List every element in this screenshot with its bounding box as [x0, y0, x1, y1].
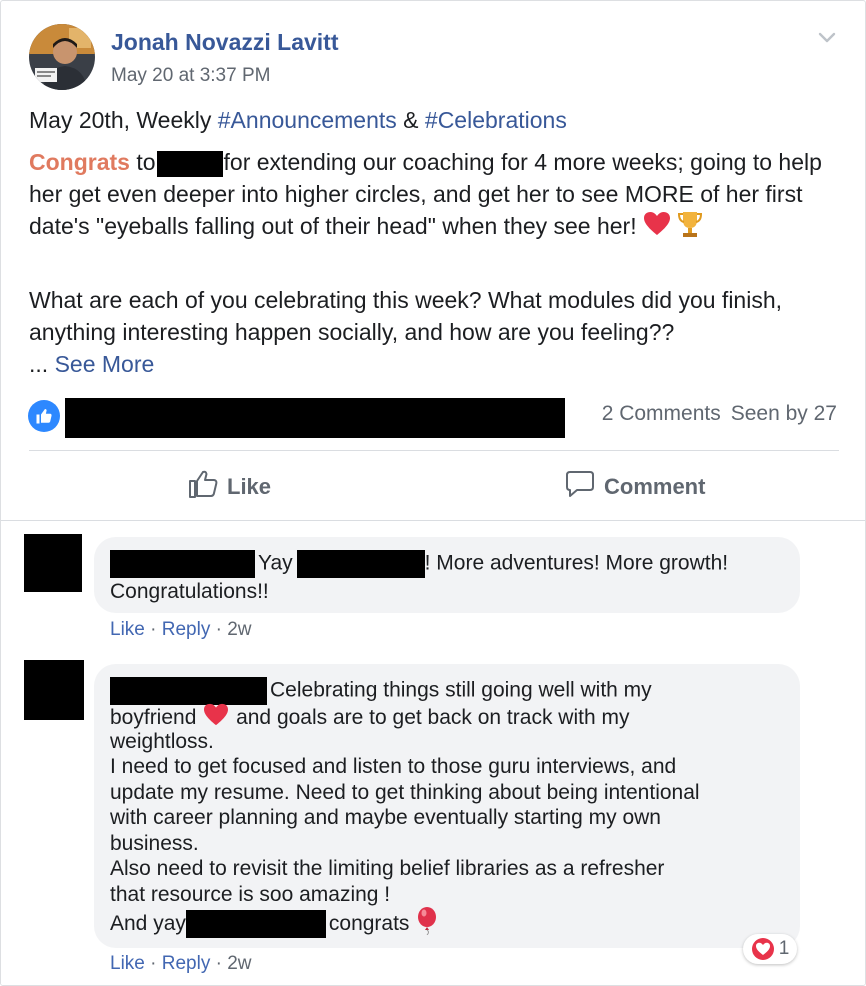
redacted-commenter-name[interactable] — [110, 550, 255, 578]
separator: · — [210, 953, 228, 974]
heart-emoji-icon — [643, 211, 671, 245]
comment-reply-link[interactable]: Reply — [162, 953, 211, 974]
comment-text: Congratulations!! — [110, 580, 269, 603]
comment-line: weightloss. — [110, 730, 214, 753]
comment-time[interactable]: 2w — [227, 619, 251, 640]
post-title-line: May 20th, Weekly #Announcements & #Celeb… — [29, 104, 829, 136]
like-reaction-icon[interactable] — [28, 400, 60, 432]
comment-actions: Like · Reply · 2w — [110, 953, 252, 975]
post-paragraph-question: What are each of you celebrating this we… — [29, 284, 829, 380]
chevron-down-icon[interactable] — [815, 25, 839, 49]
comment-reply-link[interactable]: Reply — [162, 619, 211, 640]
comment-text: ! More adventures! More growth! — [424, 551, 729, 575]
comment-bubble: Celebrating things still going well with… — [94, 664, 800, 948]
redacted-name — [185, 910, 326, 939]
comment-line: Also need to revisit the limiting belief… — [110, 857, 665, 880]
post-stats: 2 Comments Seen by 27 — [592, 402, 837, 426]
post-paragraph-congrats: Congrats to for extending our coaching fo… — [29, 146, 829, 246]
thumbs-up-icon — [187, 468, 227, 506]
comments-count[interactable]: 2 Comments — [602, 402, 721, 425]
ellipsis: ... — [29, 351, 55, 377]
redacted-name — [156, 150, 223, 177]
like-button-label: Like — [227, 474, 272, 499]
post-timestamp[interactable]: May 20 at 3:37 PM — [111, 65, 270, 87]
comment-line: Yay ! More adventures! More growth! — [110, 550, 728, 578]
comment-line: And yay congrats — [110, 907, 439, 942]
comment-line: update my resume. Need to get thinking a… — [110, 781, 700, 804]
separator: · — [144, 953, 162, 974]
comments-section: Yay ! More adventures! More growth! Congr… — [1, 520, 865, 985]
heart-reaction-icon — [751, 937, 775, 961]
redacted-commenter-name[interactable] — [110, 677, 267, 705]
hashtag-celebrations[interactable]: #Celebrations — [425, 107, 567, 133]
balloon-emoji-icon — [415, 907, 439, 942]
comment-text: And yay — [110, 911, 186, 935]
comment-text: Celebrating things still going well with… — [270, 678, 652, 702]
comment-text: and goals are to get back on track with … — [236, 705, 630, 729]
to-word: to — [129, 149, 156, 175]
divider — [29, 450, 839, 451]
comment-text: boyfriend — [110, 705, 197, 729]
post-title-text: May 20th, Weekly — [29, 107, 218, 133]
comment-line: I need to get focused and listen to thos… — [110, 755, 677, 778]
comment-line: with career planning and maybe eventuall… — [110, 806, 661, 829]
comment-actions: Like · Reply · 2w — [110, 619, 252, 641]
comment-line: business. — [110, 832, 199, 855]
comment-like-link[interactable]: Like — [110, 953, 145, 974]
redacted-name — [296, 550, 425, 578]
seen-by[interactable]: Seen by 27 — [731, 402, 837, 425]
comment-line: that resource is soo amazing ! — [110, 883, 391, 906]
trophy-emoji-icon — [677, 210, 703, 246]
hashtag-announcements[interactable]: #Announcements — [218, 107, 397, 133]
separator: · — [144, 619, 162, 640]
author-name[interactable]: Jonah Novazzi Lavitt — [111, 29, 338, 56]
separator: · — [210, 619, 228, 640]
question-text: What are each of you celebrating this we… — [29, 287, 783, 345]
redacted-reactors — [65, 398, 565, 438]
congrats-word: Congrats — [29, 149, 130, 175]
comment-like-link[interactable]: Like — [110, 619, 145, 640]
ampersand: & — [396, 107, 425, 133]
comment-text: Yay — [258, 551, 293, 575]
comment-icon — [564, 468, 604, 506]
comment-button-label: Comment — [604, 474, 706, 499]
see-more-link[interactable]: See More — [55, 351, 155, 377]
like-button[interactable]: Like — [187, 467, 271, 507]
commenter-avatar[interactable] — [24, 534, 82, 592]
post-card: Jonah Novazzi Lavitt May 20 at 3:37 PM M… — [0, 0, 866, 986]
comment-line: Celebrating things still going well with… — [110, 677, 652, 705]
comment-reaction-badge[interactable]: 1 — [743, 934, 797, 964]
comment-line: Congratulations!! — [110, 579, 269, 605]
comment-button[interactable]: Comment — [564, 467, 705, 507]
comment-text: congrats — [328, 911, 410, 935]
comment-bubble: Yay ! More adventures! More growth! Congr… — [94, 537, 800, 613]
commenter-avatar[interactable] — [24, 660, 84, 720]
reaction-count: 1 — [778, 938, 790, 959]
comment-time[interactable]: 2w — [227, 953, 251, 974]
author-avatar[interactable] — [29, 24, 95, 90]
